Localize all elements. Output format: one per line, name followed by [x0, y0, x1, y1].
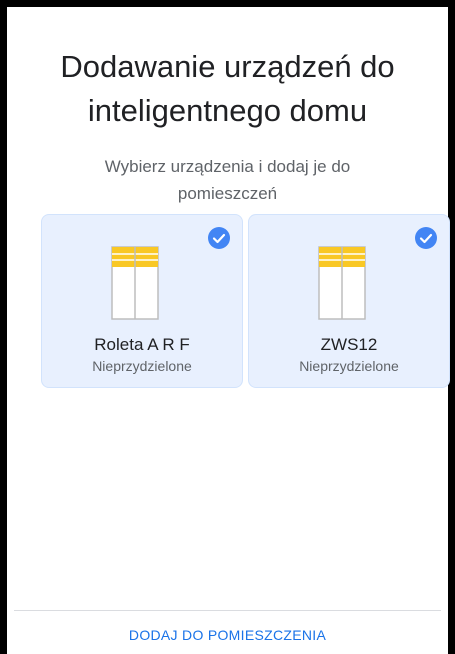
device-name: Roleta A R F	[94, 335, 190, 354]
device-name: ZWS12	[320, 335, 378, 354]
page-subtitle: Wybierz urządzenia i dodaj je do pomiesz…	[104, 157, 351, 203]
selected-check-icon[interactable]	[208, 227, 230, 249]
page-title: Dodawanie urządzeń do inteligentnego dom…	[60, 49, 395, 128]
footer-divider	[14, 610, 441, 611]
app-screen: Dodawanie urządzeń do inteligentnego dom…	[0, 0, 455, 654]
device-status: Nieprzydzielone	[299, 358, 399, 374]
device-card-zws12[interactable]: ZWS12 Nieprzydzielone	[248, 214, 450, 388]
add-to-room-button[interactable]: DODAJ DO POMIESZCZENIA	[14, 627, 441, 643]
device-card-roleta[interactable]: Roleta A R F Nieprzydzielone	[41, 214, 243, 388]
selected-check-icon[interactable]	[415, 227, 437, 249]
window-blind-icon	[111, 246, 159, 320]
window-blind-icon	[318, 246, 366, 320]
device-status: Nieprzydzielone	[92, 358, 192, 374]
